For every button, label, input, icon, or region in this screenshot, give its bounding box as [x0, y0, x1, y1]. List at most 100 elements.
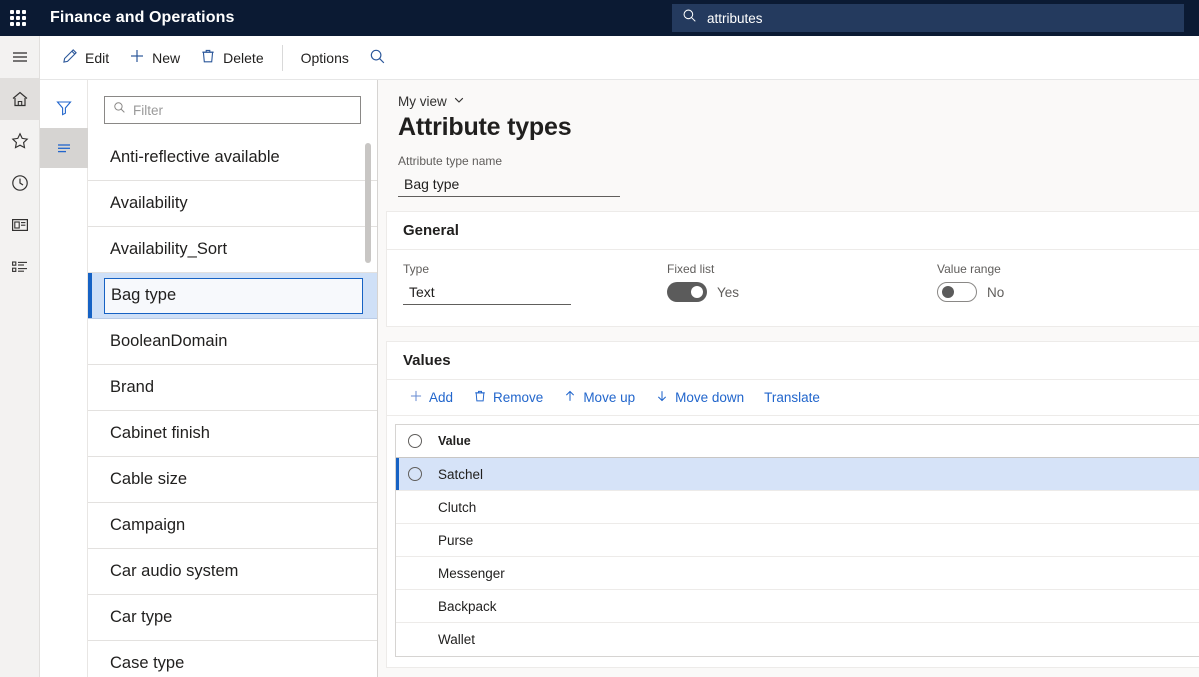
values-section: Values Add R	[386, 341, 1199, 668]
attribute-type-name-label: Attribute type name	[398, 154, 620, 168]
view-selector[interactable]: My view	[398, 94, 465, 109]
left-navigation-rail	[0, 36, 40, 677]
fixed-list-label: Fixed list	[667, 262, 739, 276]
value-range-toggle[interactable]	[937, 282, 977, 302]
search-icon	[682, 8, 697, 28]
fixed-list-toggle[interactable]	[667, 282, 707, 302]
list-item-label: Cable size	[110, 470, 187, 489]
list-item-selected[interactable]: Bag type	[88, 273, 377, 319]
global-search-input[interactable]: attributes	[707, 11, 763, 26]
page-title: Attribute types	[398, 113, 1199, 142]
list-item-label: Bag type	[104, 278, 363, 314]
select-all-radio[interactable]	[396, 434, 434, 448]
list-scrollbar-thumb[interactable]	[365, 143, 371, 263]
delete-button[interactable]: Delete	[190, 42, 273, 74]
filter-input-placeholder: Filter	[133, 103, 163, 118]
attribute-type-list[interactable]: Anti-reflective available Availability A…	[88, 134, 377, 677]
list-panel-icon-strip	[40, 80, 88, 677]
value-range-state: No	[987, 285, 1004, 300]
value-range-toggle-row: No	[937, 282, 1004, 302]
type-label: Type	[403, 262, 571, 276]
record-list-panel: Filter Anti-reflective available Availab…	[40, 80, 378, 677]
hamburger-icon[interactable]	[0, 36, 40, 78]
row-value: Wallet	[434, 632, 475, 647]
fixed-list-state: Yes	[717, 285, 739, 300]
row-value: Messenger	[434, 566, 505, 581]
values-grid-header: Value	[396, 425, 1199, 458]
waffle-grid-glyph	[10, 10, 26, 26]
search-icon	[369, 48, 386, 68]
table-row[interactable]: Purse	[396, 524, 1199, 557]
global-search-box[interactable]: attributes	[672, 4, 1184, 32]
plus-icon	[409, 389, 423, 406]
trash-icon	[200, 48, 216, 67]
list-item-label: Availability	[110, 194, 188, 213]
list-item[interactable]: Campaign	[88, 503, 377, 549]
general-section-header[interactable]: General	[387, 212, 1199, 250]
table-row[interactable]: Messenger	[396, 557, 1199, 590]
list-item[interactable]: Car type	[88, 595, 377, 641]
command-bar: Edit New Delete Options	[40, 36, 1199, 80]
list-item[interactable]: Car audio system	[88, 549, 377, 595]
type-input[interactable]: Text	[403, 280, 571, 305]
plus-icon	[129, 48, 145, 67]
search-icon	[113, 101, 126, 119]
list-lines-icon[interactable]	[40, 128, 88, 168]
value-range-label: Value range	[937, 262, 1004, 276]
command-bar-separator	[282, 45, 283, 71]
list-item[interactable]: Availability_Sort	[88, 227, 377, 273]
move-down-label: Move down	[675, 390, 744, 405]
filter-funnel-icon[interactable]	[40, 88, 88, 128]
list-item[interactable]: Anti-reflective available	[88, 135, 377, 181]
filter-input[interactable]: Filter	[104, 96, 361, 124]
clock-icon[interactable]	[0, 162, 40, 204]
move-down-button[interactable]: Move down	[647, 384, 752, 412]
arrow-up-icon	[563, 389, 577, 406]
table-row[interactable]: Clutch	[396, 491, 1199, 524]
top-navigation-bar: Finance and Operations attributes	[0, 0, 1199, 36]
general-section: General Type Text Fixed list Yes Value r…	[386, 211, 1199, 327]
waffle-icon[interactable]	[0, 0, 36, 36]
column-header-value: Value	[434, 434, 471, 448]
options-button[interactable]: Options	[291, 42, 359, 74]
list-item[interactable]: Cable size	[88, 457, 377, 503]
list-item-label: Case type	[110, 654, 184, 673]
value-range-field: Value range No	[937, 262, 1004, 302]
list-item[interactable]: Availability	[88, 181, 377, 227]
edit-button[interactable]: Edit	[52, 42, 119, 74]
values-toolbar: Add Remove	[387, 380, 1199, 416]
row-value: Satchel	[434, 467, 483, 482]
row-value: Clutch	[434, 500, 476, 515]
new-button[interactable]: New	[119, 42, 190, 74]
command-bar-search-button[interactable]	[359, 42, 396, 74]
move-up-button[interactable]: Move up	[555, 384, 643, 412]
row-value: Backpack	[434, 599, 497, 614]
table-row[interactable]: Wallet	[396, 623, 1199, 656]
add-label: Add	[429, 390, 453, 405]
options-label: Options	[301, 50, 349, 66]
list-item-label: Anti-reflective available	[110, 148, 280, 167]
list-item[interactable]: Case type	[88, 641, 377, 677]
translate-label: Translate	[764, 390, 820, 405]
add-button[interactable]: Add	[401, 384, 461, 412]
values-section-header[interactable]: Values	[387, 342, 1199, 380]
attribute-type-name-field: Attribute type name Bag type	[398, 154, 620, 197]
modules-icon[interactable]	[0, 246, 40, 288]
row-value: Purse	[434, 533, 473, 548]
workspace-icon[interactable]	[0, 204, 40, 246]
translate-button[interactable]: Translate	[756, 384, 828, 412]
row-radio[interactable]	[396, 467, 434, 481]
new-label: New	[152, 50, 180, 66]
home-icon[interactable]	[0, 78, 40, 120]
remove-button[interactable]: Remove	[465, 384, 551, 412]
view-selector-label: My view	[398, 94, 447, 109]
type-field: Type Text	[403, 262, 571, 305]
attribute-type-name-input[interactable]: Bag type	[398, 172, 620, 197]
star-icon[interactable]	[0, 120, 40, 162]
list-item[interactable]: BooleanDomain	[88, 319, 377, 365]
table-row[interactable]: Backpack	[396, 590, 1199, 623]
list-item[interactable]: Brand	[88, 365, 377, 411]
table-row-selected[interactable]: Satchel	[396, 458, 1199, 491]
list-item[interactable]: Cabinet finish	[88, 411, 377, 457]
move-up-label: Move up	[583, 390, 635, 405]
